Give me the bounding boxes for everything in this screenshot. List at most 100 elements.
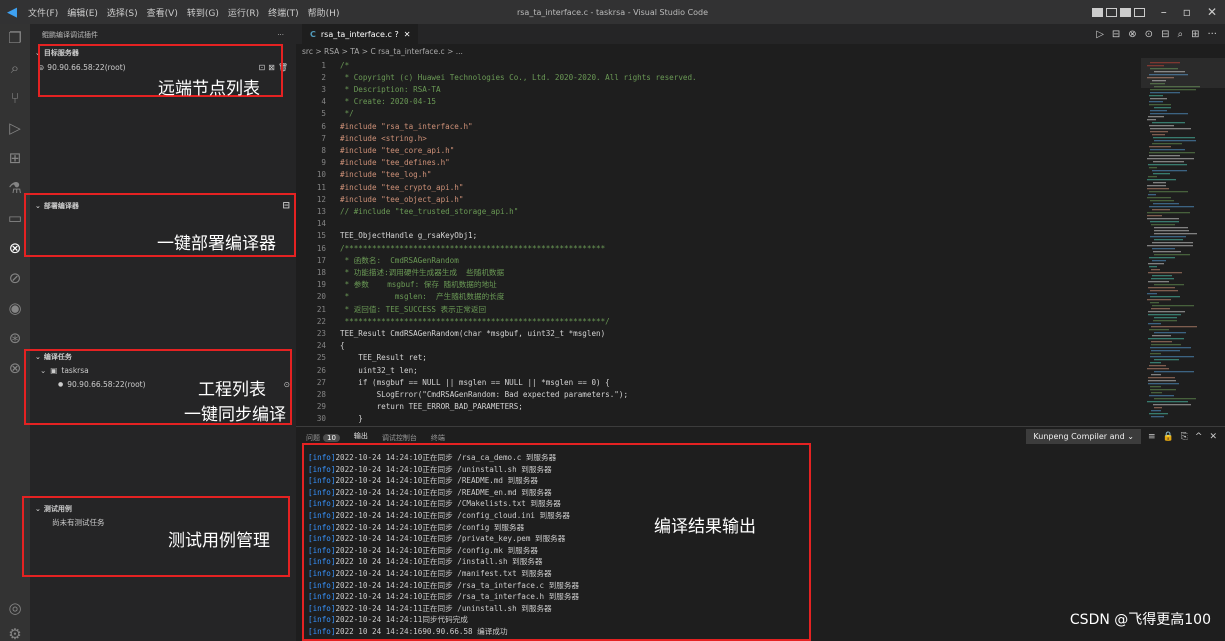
code-line[interactable]: 18 * 功能描述:调用硬件生成器生成 些随机数据 xyxy=(296,266,504,278)
code-line[interactable]: 27 if (msgbuf == NULL || msglen == NULL … xyxy=(296,376,610,388)
account-icon[interactable]: ◎ xyxy=(0,596,30,620)
tab-debug-console[interactable]: 调试控制台 xyxy=(382,433,417,443)
minimap-line xyxy=(1149,257,1175,259)
close-tab-icon[interactable]: ✕ xyxy=(404,30,411,39)
split-editor-icon[interactable]: ⊞ xyxy=(1191,29,1199,40)
code-line[interactable]: 4 * Create: 2020-04-15 xyxy=(296,96,436,108)
eye-icon[interactable]: ◉ xyxy=(0,296,30,320)
code-line[interactable]: 22 *************************************… xyxy=(296,315,610,327)
lock-icon[interactable]: 🔒 xyxy=(1162,432,1173,442)
minimap-line xyxy=(1152,170,1187,172)
more-actions-icon[interactable]: ··· xyxy=(277,31,284,39)
breadcrumb[interactable]: src > RSA > TA > C rsa_ta_interface.c > … xyxy=(296,44,1141,58)
code-line[interactable]: 2 * Copyright (c) Huawei Technologies Co… xyxy=(296,71,696,83)
tab-rsa-ta-interface[interactable]: C rsa_ta_interface.c ? ✕ xyxy=(302,24,419,44)
code-line[interactable]: 3 * Description: RSA-TA xyxy=(296,83,440,95)
more-editor-actions-icon[interactable]: ··· xyxy=(1207,29,1217,40)
minimap-line xyxy=(1149,413,1168,415)
minimap-line xyxy=(1152,122,1185,124)
code-line[interactable]: 15 TEE_ObjectHandle g_rsaKeyObj1; xyxy=(296,230,477,242)
minimap-line xyxy=(1154,284,1184,286)
explorer-icon[interactable]: ❐ xyxy=(0,26,30,50)
code-line[interactable]: 10 #include "tee_log.h" xyxy=(296,169,432,181)
menu-item[interactable]: 文件(F) xyxy=(28,6,58,19)
output-channel-select[interactable]: Kunpeng Compiler and ⌄ xyxy=(1026,429,1141,444)
open-changes-icon[interactable]: ⊟ xyxy=(1161,29,1169,40)
minimap-line xyxy=(1148,164,1187,166)
code-line[interactable]: 14 xyxy=(296,218,340,230)
copy-icon[interactable]: ⎘ xyxy=(1181,432,1188,442)
minimap-line xyxy=(1151,350,1180,352)
code-line[interactable]: 9 #include "tee_defines.h" xyxy=(296,157,449,169)
tab-terminal[interactable]: 终端 xyxy=(431,433,445,443)
toggle-sidebar-icon[interactable] xyxy=(1091,7,1103,17)
code-line[interactable]: 26 uint32_t len; xyxy=(296,364,418,376)
search-icon[interactable]: ⌕ xyxy=(0,56,30,80)
code-editor[interactable]: 1/* 2 * Copyright (c) Huawei Technologies… xyxy=(296,58,1141,426)
menu-item[interactable]: 帮助(H) xyxy=(308,6,340,19)
settings-gear-icon[interactable]: ⚙ xyxy=(0,622,30,641)
minimap[interactable] xyxy=(1141,58,1225,426)
c-file-icon: C xyxy=(310,29,316,39)
code-text: ****************************************… xyxy=(340,316,610,326)
code-line[interactable]: 1 /* xyxy=(296,59,349,71)
menu-item[interactable]: 选择(S) xyxy=(107,6,138,19)
minimap-line xyxy=(1151,278,1174,280)
filter-icon[interactable]: ≡ xyxy=(1148,432,1156,442)
toggle-secondary-sidebar-icon[interactable] xyxy=(1119,7,1131,17)
code-text: TEE_Result CmdRSAGenRandom(char *msgbuf,… xyxy=(340,328,606,338)
code-line[interactable]: 20 * msglen: 产生随机数据的长度 xyxy=(296,291,505,303)
compare-icon[interactable]: ⊟ xyxy=(1112,29,1120,40)
code-line[interactable]: 17 * 函数名: CmdRSAGenRandom xyxy=(296,254,459,266)
run-icon[interactable]: ▷ xyxy=(1096,29,1104,40)
code-line[interactable]: 30 } xyxy=(296,413,363,425)
minimap-line xyxy=(1150,149,1185,151)
menu-item[interactable]: 查看(V) xyxy=(147,6,178,19)
minimap-slider[interactable] xyxy=(1141,58,1225,88)
code-line[interactable]: 13 // #include "tee_trusted_storage_api.h… xyxy=(296,205,518,217)
code-line[interactable]: 12 #include "tee_object_api.h" xyxy=(296,193,464,205)
extensions-icon[interactable]: ⊞ xyxy=(0,146,30,170)
minimap-line xyxy=(1154,233,1197,235)
code-line[interactable]: 24 { xyxy=(296,340,345,352)
code-line[interactable]: 7 #include <string.h> xyxy=(296,132,426,144)
code-line[interactable]: 19 * 参数 msgbuf: 保存 随机数据的地址 xyxy=(296,279,497,291)
customize-layout-icon[interactable] xyxy=(1133,7,1145,17)
code-line[interactable]: 11 #include "tee_crypto_api.h" xyxy=(296,181,464,193)
minimap-line xyxy=(1154,371,1194,373)
code-line[interactable]: 29 return TEE_ERROR_BAD_PARAMETERS; xyxy=(296,401,523,413)
kunpeng-action-icon[interactable]: ⊗ xyxy=(1128,29,1136,40)
code-text: /***************************************… xyxy=(340,243,606,253)
line-number: 27 xyxy=(316,377,326,387)
code-line[interactable]: 21 * 返回值: TEE_SUCCESS 表示正常返回 xyxy=(296,303,486,315)
close-icon[interactable]: ✕ xyxy=(1207,5,1217,19)
code-text: * msglen: 产生随机数据的长度 xyxy=(340,292,505,302)
minimize-icon[interactable]: – xyxy=(1161,5,1167,19)
code-line[interactable]: 28 SLogError("CmdRSAGenRandom: Bad expec… xyxy=(296,388,628,400)
kunpeng-tool-icon[interactable]: ⊛ xyxy=(0,326,30,350)
toggle-panel-icon[interactable] xyxy=(1105,7,1117,17)
code-line[interactable]: 6 #include "rsa_ta_interface.h" xyxy=(296,120,472,132)
kunpeng-analysis-icon[interactable]: ⊘ xyxy=(0,266,30,290)
kunpeng-check-icon[interactable]: ⊙ xyxy=(1145,29,1153,40)
minimap-line xyxy=(1150,92,1180,94)
maximize-panel-icon[interactable]: ^ xyxy=(1195,432,1203,442)
run-debug-icon[interactable]: ▷ xyxy=(0,116,30,140)
code-line[interactable]: 5 */ xyxy=(296,108,353,120)
source-control-icon[interactable]: ⑂ xyxy=(0,86,30,110)
close-panel-icon[interactable]: ✕ xyxy=(1209,432,1217,442)
tab-problems[interactable]: 问题 10 xyxy=(306,433,340,443)
minimap-line xyxy=(1150,128,1191,130)
code-text: SLogError("CmdRSAGenRandom: Bad expected… xyxy=(340,389,629,399)
menu-item[interactable]: 运行(R) xyxy=(228,6,259,19)
code-line[interactable]: 8 #include "tee_core_api.h" xyxy=(296,144,454,156)
code-line[interactable]: 16 /*************************************… xyxy=(296,242,605,254)
code-line[interactable]: 25 TEE_Result ret; xyxy=(296,352,427,364)
code-line[interactable]: 23 TEE_Result CmdRSAGenRandom(char *msgbu… xyxy=(296,327,605,339)
menu-item[interactable]: 转到(G) xyxy=(187,6,219,19)
menu-item[interactable]: 终端(T) xyxy=(268,6,299,19)
search-in-file-icon[interactable]: ⌕ xyxy=(1177,29,1183,40)
minimap-line xyxy=(1147,215,1162,217)
maximize-icon[interactable]: ▫ xyxy=(1183,5,1191,19)
menu-item[interactable]: 编辑(E) xyxy=(67,6,98,19)
